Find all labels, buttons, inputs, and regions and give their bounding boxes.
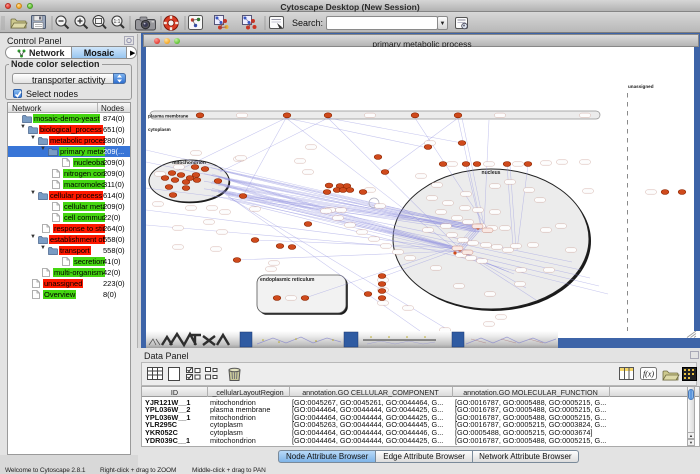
svg-text:unassigned: unassigned (628, 84, 654, 89)
svg-text:1:1: 1:1 (114, 19, 121, 25)
svg-text:endoplasmic reticulum: endoplasmic reticulum (260, 277, 315, 283)
svg-text:nucleus: nucleus (482, 170, 501, 176)
svg-text:Search:: Search: (292, 18, 323, 28)
svg-text:cytoplasm: cytoplasm (148, 127, 171, 132)
svg-text:f(x): f(x) (643, 370, 654, 379)
svg-text:plasma membrane: plasma membrane (148, 114, 189, 119)
